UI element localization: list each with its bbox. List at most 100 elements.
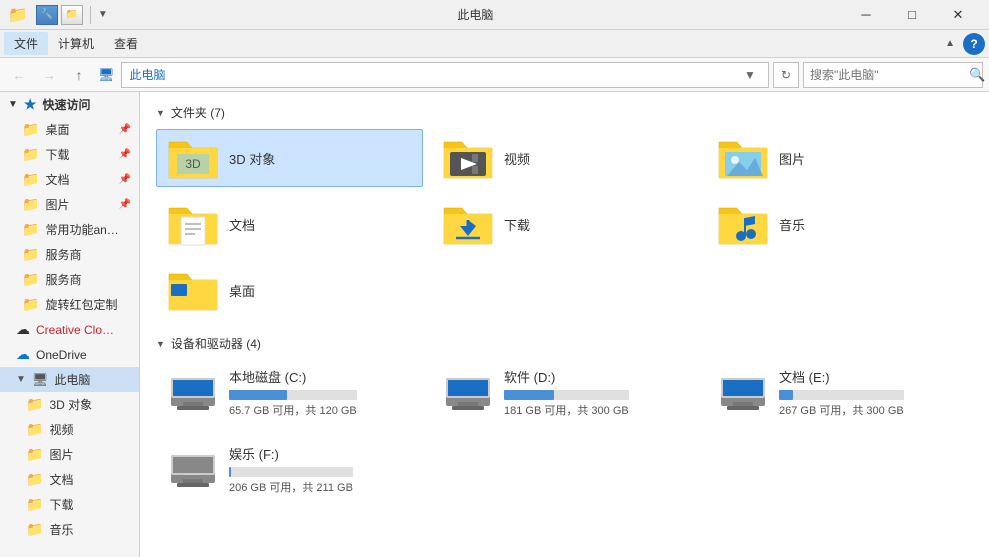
sidebar-item-documents[interactable]: 📁 文档 📌	[0, 167, 139, 192]
sidebar-item-music[interactable]: 📁 音乐	[0, 517, 139, 542]
folder-video-icon	[442, 136, 494, 180]
drive-e[interactable]: 文档 (E:) 267 GB 可用，共 300 GB	[706, 360, 973, 429]
folders-section-header: ▼ 文件夹 (7)	[156, 104, 973, 121]
sidebar-item-onedrive[interactable]: ☁ OneDrive	[0, 342, 139, 367]
drive-e-info: 文档 (E:) 267 GB 可用，共 300 GB	[779, 367, 904, 418]
address-path-box[interactable]: 此电脑 ▼	[121, 62, 769, 88]
sidebar-label: 服务商	[45, 246, 81, 263]
folders-grid: 3D 3D 对象 视频	[156, 129, 973, 319]
folder-documents[interactable]: 文档	[156, 195, 423, 253]
quick-access-toolbar: 🔧 📁 ▼	[36, 5, 108, 25]
sidebar-item-service2[interactable]: 📁 服务商	[0, 267, 139, 292]
pin-icon: 📌	[119, 124, 131, 135]
sidebar-label: 视频	[49, 421, 73, 438]
maximize-button[interactable]: □	[889, 0, 935, 30]
folders-collapse-arrow[interactable]: ▼	[156, 108, 165, 118]
folder-music[interactable]: 音乐	[706, 195, 973, 253]
folder-downloads-thumb	[442, 202, 494, 246]
drive-d[interactable]: 软件 (D:) 181 GB 可用，共 300 GB	[431, 360, 698, 429]
drives-grid: 本地磁盘 (C:) 65.7 GB 可用，共 120 GB	[156, 360, 973, 506]
sidebar-label: Creative Cloud F	[36, 323, 116, 337]
folder-icon: 📁	[22, 171, 39, 188]
menu-bar: 文件 计算机 查看 ▲ ?	[0, 30, 989, 58]
sidebar-item-docs[interactable]: 📁 文档	[0, 467, 139, 492]
ribbon-toggle[interactable]: ▲	[945, 38, 955, 49]
menu-file[interactable]: 文件	[4, 32, 48, 55]
menu-computer[interactable]: 计算机	[48, 32, 104, 55]
sidebar-item-pictures[interactable]: 📁 图片 📌	[0, 192, 139, 217]
drive-c-progress-bg	[229, 390, 357, 400]
qa-new-folder-button[interactable]: 📁	[61, 5, 83, 25]
drive-d-top: 软件 (D:) 181 GB 可用，共 300 GB	[442, 367, 687, 418]
folder-video[interactable]: 视频	[431, 129, 698, 187]
sidebar-label: 下载	[49, 496, 73, 513]
pin-icon: 📌	[119, 199, 131, 210]
path-pc-icon[interactable]: 🖥	[98, 67, 115, 83]
computer-icon: 🖥	[32, 372, 49, 388]
back-button[interactable]: ←	[6, 63, 32, 87]
qa-properties-button[interactable]: 🔧	[36, 5, 58, 25]
drive-d-progress-bg	[504, 390, 629, 400]
drive-e-icon	[717, 374, 769, 412]
drive-f[interactable]: 娱乐 (F:) 206 GB 可用，共 211 GB	[156, 437, 423, 506]
path-dropdown-arrow[interactable]: ▼	[740, 63, 760, 87]
up-button[interactable]: ↑	[66, 63, 92, 87]
sidebar-label: 图片	[45, 196, 69, 213]
help-button[interactable]: ?	[963, 33, 985, 55]
minimize-button[interactable]: ─	[843, 0, 889, 30]
folder-3d-thumb: 3D	[167, 136, 219, 180]
drive-c-capacity: 65.7 GB 可用，共 120 GB	[229, 402, 357, 418]
search-box: 🔍	[803, 62, 983, 88]
refresh-button[interactable]: ↻	[773, 62, 799, 88]
title-icon: 📁	[8, 5, 28, 25]
star-icon: ★	[24, 96, 37, 113]
sidebar-item-videos[interactable]: 📁 视频	[0, 417, 139, 442]
drive-e-progress-bg	[779, 390, 904, 400]
drive-f-name: 娱乐 (F:)	[229, 444, 353, 463]
drive-c-icon	[167, 374, 219, 412]
drive-e-top: 文档 (E:) 267 GB 可用，共 300 GB	[717, 367, 962, 418]
pictures-folder-icon: 📁	[26, 446, 43, 463]
folder-pictures-icon	[717, 136, 769, 180]
content-area: ▼ 文件夹 (7) 3D 3D 对象	[140, 92, 989, 557]
forward-button[interactable]: →	[36, 63, 62, 87]
folder-3d-icon: 📁	[26, 396, 43, 413]
folder-icon: 📁	[22, 196, 39, 213]
docs-folder-icon: 📁	[26, 471, 43, 488]
menu-view[interactable]: 查看	[104, 32, 148, 55]
drive-c[interactable]: 本地磁盘 (C:) 65.7 GB 可用，共 120 GB	[156, 360, 423, 429]
sidebar-item-redirect[interactable]: 📁 旋转红包定制	[0, 292, 139, 317]
folder-music-icon	[717, 202, 769, 246]
folder-3d[interactable]: 3D 3D 对象	[156, 129, 423, 187]
sidebar-label: 旋转红包定制	[45, 296, 117, 313]
customize-arrow[interactable]: ▼	[98, 9, 108, 20]
folder-icon: 📁	[22, 121, 39, 138]
sidebar-item-this-pc[interactable]: ▼ 🖥 此电脑	[0, 367, 139, 392]
search-input[interactable]	[810, 68, 965, 82]
folder-icon: 📁	[22, 146, 39, 163]
close-button[interactable]: ✕	[935, 0, 981, 30]
sidebar-item-3d[interactable]: 📁 3D 对象	[0, 392, 139, 417]
sidebar-item-dl[interactable]: 📁 下载	[0, 492, 139, 517]
drive-e-capacity: 267 GB 可用，共 300 GB	[779, 402, 904, 418]
sidebar-item-desktop[interactable]: 📁 桌面 📌	[0, 117, 139, 142]
drives-collapse-arrow[interactable]: ▼	[156, 339, 165, 349]
folder-pictures[interactable]: 图片	[706, 129, 973, 187]
drive-f-progress-bg	[229, 467, 353, 477]
folder-downloads[interactable]: 下载	[431, 195, 698, 253]
sidebar-item-common[interactable]: 📁 常用功能and弹窗	[0, 217, 139, 242]
folder-desktop[interactable]: 桌面	[156, 261, 423, 319]
sidebar-item-creative-cloud[interactable]: ☁ Creative Cloud F	[0, 317, 139, 342]
sidebar-label: 此电脑	[54, 371, 90, 388]
sidebar-item-downloads[interactable]: 📁 下载 📌	[0, 142, 139, 167]
folder-icon: 📁	[22, 221, 39, 238]
folder-music-thumb	[717, 202, 769, 246]
drive-d-thumb	[442, 374, 494, 412]
sidebar-item-pics[interactable]: 📁 图片	[0, 442, 139, 467]
sidebar-label: 文档	[45, 171, 69, 188]
folders-section-label: 文件夹 (7)	[171, 104, 225, 121]
pin-icon: 📌	[119, 149, 131, 160]
search-icon[interactable]: 🔍	[969, 67, 985, 83]
sidebar-section-quick-access[interactable]: ▼ ★ 快速访问	[0, 92, 139, 117]
sidebar-item-service1[interactable]: 📁 服务商	[0, 242, 139, 267]
